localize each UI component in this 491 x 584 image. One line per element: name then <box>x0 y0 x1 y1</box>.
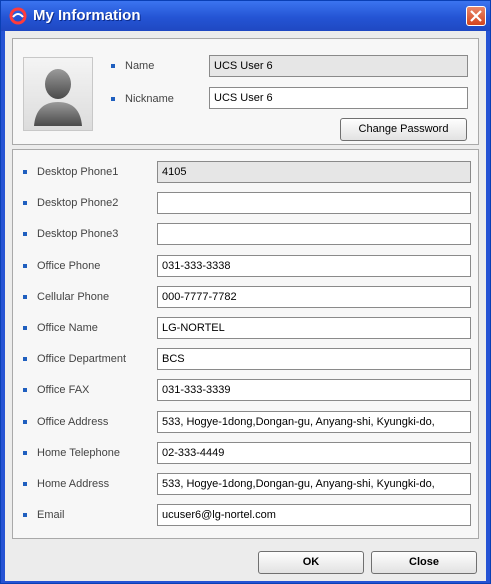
field-bullet <box>23 201 27 205</box>
nickname-bullet <box>111 97 115 101</box>
field-bullet <box>23 451 27 455</box>
field-bullet <box>23 232 27 236</box>
ok-button[interactable]: OK <box>258 551 364 574</box>
field-label: Office FAX <box>37 384 90 396</box>
field-label: Desktop Phone1 <box>37 166 119 178</box>
my-information-dialog: My Information Name UCS User 6 Nickname … <box>0 0 491 584</box>
field-input[interactable]: BCS <box>157 348 471 370</box>
close-button[interactable]: Close <box>371 551 477 574</box>
field-input[interactable]: LG-NORTEL <box>157 317 471 339</box>
window-title: My Information <box>33 7 141 24</box>
field-label: Office Department <box>37 353 127 365</box>
field-input[interactable]: ucuser6@lg-nortel.com <box>157 504 471 526</box>
field-bullet <box>23 326 27 330</box>
field-bullet <box>23 264 27 268</box>
field-bullet <box>23 420 27 424</box>
dialog-body: Name UCS User 6 Nickname UCS User 6 Chan… <box>5 31 486 581</box>
avatar <box>23 57 93 131</box>
field-bullet <box>23 170 27 174</box>
title-bar[interactable]: My Information <box>1 1 490 31</box>
field-bullet <box>23 388 27 392</box>
window-close-button[interactable] <box>466 6 486 26</box>
field-label: Home Telephone <box>37 447 120 459</box>
profile-panel: Name UCS User 6 Nickname UCS User 6 Chan… <box>12 38 479 145</box>
field-label: Desktop Phone3 <box>37 228 119 240</box>
change-password-button[interactable]: Change Password <box>340 118 467 141</box>
field-label: Office Address <box>37 416 109 428</box>
field-input[interactable]: 02-333-4449 <box>157 442 471 464</box>
details-panel: Desktop Phone1 4105 Desktop Phone2 Desktop … <box>12 149 479 539</box>
field-bullet <box>23 295 27 299</box>
close-x-icon <box>470 10 482 22</box>
app-swirl-icon <box>9 7 27 25</box>
field-label: Desktop Phone2 <box>37 197 119 209</box>
field-input[interactable] <box>157 192 471 214</box>
field-input[interactable]: 000-7777-7782 <box>157 286 471 308</box>
field-input[interactable]: 533, Hogye-1dong,Dongan-gu, Anyang-shi, … <box>157 411 471 433</box>
name-label: Name <box>125 60 155 72</box>
name-field[interactable]: UCS User 6 <box>209 55 468 77</box>
field-bullet <box>23 482 27 486</box>
field-label: Cellular Phone <box>37 291 110 303</box>
field-bullet <box>23 513 27 517</box>
nickname-label: Nickname <box>125 93 174 105</box>
field-label: Email <box>37 509 65 521</box>
field-input[interactable]: 031-333-3339 <box>157 379 471 401</box>
nickname-field[interactable]: UCS User 6 <box>209 87 468 109</box>
field-input[interactable]: 031-333-3338 <box>157 255 471 277</box>
field-bullet <box>23 357 27 361</box>
name-bullet <box>111 64 115 68</box>
field-label: Office Name <box>37 322 98 334</box>
field-input[interactable] <box>157 223 471 245</box>
field-input[interactable]: 533, Hogye-1dong,Dongan-gu, Anyang-shi, … <box>157 473 471 495</box>
field-input[interactable]: 4105 <box>157 161 471 183</box>
field-label: Home Address <box>37 478 110 490</box>
field-label: Office Phone <box>37 260 101 272</box>
user-silhouette-icon <box>34 69 82 126</box>
